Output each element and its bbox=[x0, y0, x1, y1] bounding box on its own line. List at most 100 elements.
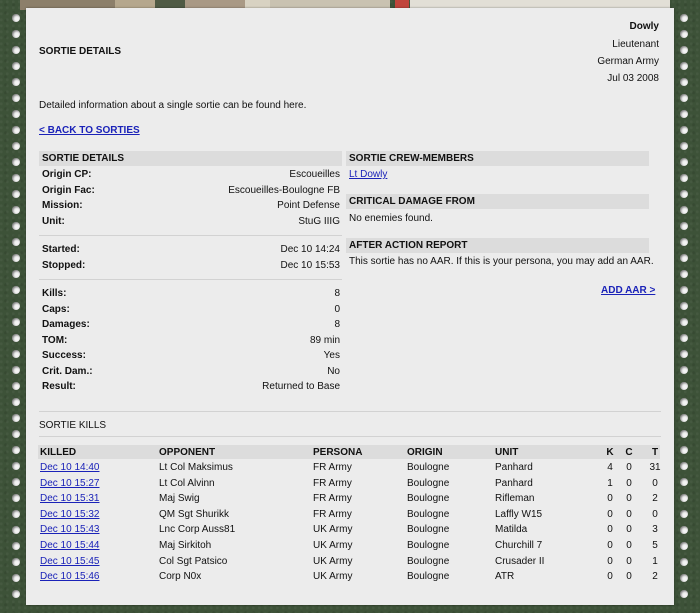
opponent-name: Lt Col Alvinn bbox=[159, 477, 215, 489]
persona-name: UK Army bbox=[313, 571, 353, 583]
sortie-details-header: SORTIE DETAILS bbox=[39, 151, 342, 166]
total-count: 5 bbox=[652, 540, 658, 551]
critical-damage-header: CRITICAL DAMAGE FROM bbox=[346, 194, 649, 209]
detail-value: 0 bbox=[334, 303, 340, 315]
perforation-hole bbox=[12, 30, 20, 38]
perforation-hole bbox=[680, 14, 688, 22]
detail-value: Yes bbox=[323, 350, 340, 361]
perforation-hole bbox=[680, 254, 688, 262]
perforation-hole bbox=[12, 206, 20, 214]
detail-label: Kills: bbox=[42, 288, 67, 299]
perforation-hole bbox=[680, 510, 688, 518]
perforation-hole bbox=[680, 446, 688, 454]
aar-header: AFTER ACTION REPORT bbox=[346, 238, 649, 253]
perforation-hole bbox=[680, 318, 688, 326]
perforation-hole bbox=[12, 94, 20, 102]
perforation-hole bbox=[12, 462, 20, 470]
perforation-hole bbox=[680, 302, 688, 310]
detail-value: 8 bbox=[334, 288, 340, 299]
aar-text: This sortie has no AAR. If this is your … bbox=[349, 256, 654, 267]
back-to-sorties-link[interactable]: < BACK TO SORTIES bbox=[39, 125, 140, 136]
user-date: Jul 03 2008 bbox=[607, 73, 659, 84]
perforation-hole bbox=[12, 398, 20, 406]
perforation-hole bbox=[12, 190, 20, 198]
perforation-hole bbox=[680, 286, 688, 294]
kills-count: 1 bbox=[607, 477, 613, 489]
origin-name: Boulogne bbox=[407, 571, 450, 583]
unit-name: Matilda bbox=[495, 524, 528, 536]
killed-time-link[interactable]: Dec 10 14:40 bbox=[40, 462, 100, 473]
perforation-hole bbox=[12, 14, 20, 22]
persona-name: FR Army bbox=[313, 508, 352, 520]
killed-time-link[interactable]: Dec 10 15:45 bbox=[40, 556, 100, 567]
killed-time-link[interactable]: Dec 10 15:43 bbox=[40, 524, 100, 535]
perforation-hole bbox=[680, 478, 688, 486]
column-header-opponent: OPPONENT bbox=[159, 447, 216, 458]
perforation-hole bbox=[680, 78, 688, 86]
crew-member-link[interactable]: Lt Dowly bbox=[349, 169, 387, 180]
detail-label: Caps: bbox=[42, 303, 70, 315]
detail-value: Dec 10 14:24 bbox=[280, 244, 341, 255]
perforation-hole bbox=[12, 542, 20, 550]
total-count: 3 bbox=[652, 524, 658, 536]
perforation-hole bbox=[12, 254, 20, 262]
unit-name: ATR bbox=[495, 571, 515, 583]
kills-count: 0 bbox=[607, 571, 613, 583]
column-header-persona: PERSONA bbox=[313, 447, 363, 458]
origin-name: Boulogne bbox=[407, 477, 450, 489]
kills-count: 0 bbox=[607, 540, 613, 551]
perforation-hole bbox=[12, 126, 20, 134]
kills-count: 0 bbox=[607, 524, 613, 536]
perforation-hole bbox=[12, 270, 20, 278]
perforation-hole bbox=[12, 62, 20, 70]
user-rank: Lieutenant bbox=[612, 39, 659, 50]
perforation-hole bbox=[680, 350, 688, 358]
persona-name: FR Army bbox=[313, 477, 352, 489]
details-divider bbox=[39, 279, 342, 280]
detail-label: Started: bbox=[42, 244, 80, 255]
column-header-unit: UNIT bbox=[495, 447, 519, 458]
persona-name: UK Army bbox=[313, 524, 353, 536]
perforation-hole bbox=[680, 94, 688, 102]
perforation-hole bbox=[12, 286, 20, 294]
crew-members-header: SORTIE CREW-MEMBERS bbox=[346, 151, 649, 166]
captures-count: 0 bbox=[626, 508, 632, 520]
perforation-hole bbox=[12, 174, 20, 182]
opponent-name: Col Sgt Patsico bbox=[159, 555, 228, 567]
kills-count: 4 bbox=[607, 462, 613, 473]
perforation-hole bbox=[12, 318, 20, 326]
perforation-hole bbox=[12, 78, 20, 86]
detail-value: 8 bbox=[334, 319, 340, 330]
perforation-hole bbox=[12, 238, 20, 246]
killed-time-link[interactable]: Dec 10 15:46 bbox=[40, 571, 100, 582]
total-count: 2 bbox=[652, 493, 658, 505]
origin-name: Boulogne bbox=[407, 540, 450, 551]
details-divider bbox=[39, 235, 342, 236]
perforation-hole bbox=[680, 558, 688, 566]
perforation-hole bbox=[680, 46, 688, 54]
perforation-hole bbox=[680, 126, 688, 134]
user-army: German Army bbox=[597, 56, 659, 67]
captures-count: 0 bbox=[626, 555, 632, 567]
column-header-t: T bbox=[651, 447, 659, 458]
perforation-hole bbox=[12, 366, 20, 374]
perforation-hole bbox=[12, 478, 20, 486]
killed-time-link[interactable]: Dec 10 15:32 bbox=[40, 509, 100, 520]
add-aar-link[interactable]: ADD AAR > bbox=[601, 285, 655, 296]
killed-time-link[interactable]: Dec 10 15:27 bbox=[40, 478, 100, 489]
killed-time-link[interactable]: Dec 10 15:44 bbox=[40, 540, 100, 551]
opponent-name: QM Sgt Shurikk bbox=[159, 508, 230, 520]
perforation-hole bbox=[680, 366, 688, 374]
killed-time-link[interactable]: Dec 10 15:31 bbox=[40, 493, 100, 504]
detail-label: TOM: bbox=[42, 334, 68, 346]
perforation-hole bbox=[680, 398, 688, 406]
opponent-name: Lnc Corp Auss81 bbox=[159, 524, 236, 536]
perforation-hole bbox=[12, 46, 20, 54]
opponent-name: Maj Swig bbox=[159, 493, 200, 505]
perforation-hole bbox=[12, 334, 20, 342]
captures-count: 0 bbox=[626, 524, 632, 536]
total-count: 1 bbox=[652, 555, 658, 567]
detail-label: Origin CP: bbox=[42, 169, 92, 180]
detail-label: Stopped: bbox=[42, 259, 86, 271]
total-count: 31 bbox=[649, 462, 661, 473]
